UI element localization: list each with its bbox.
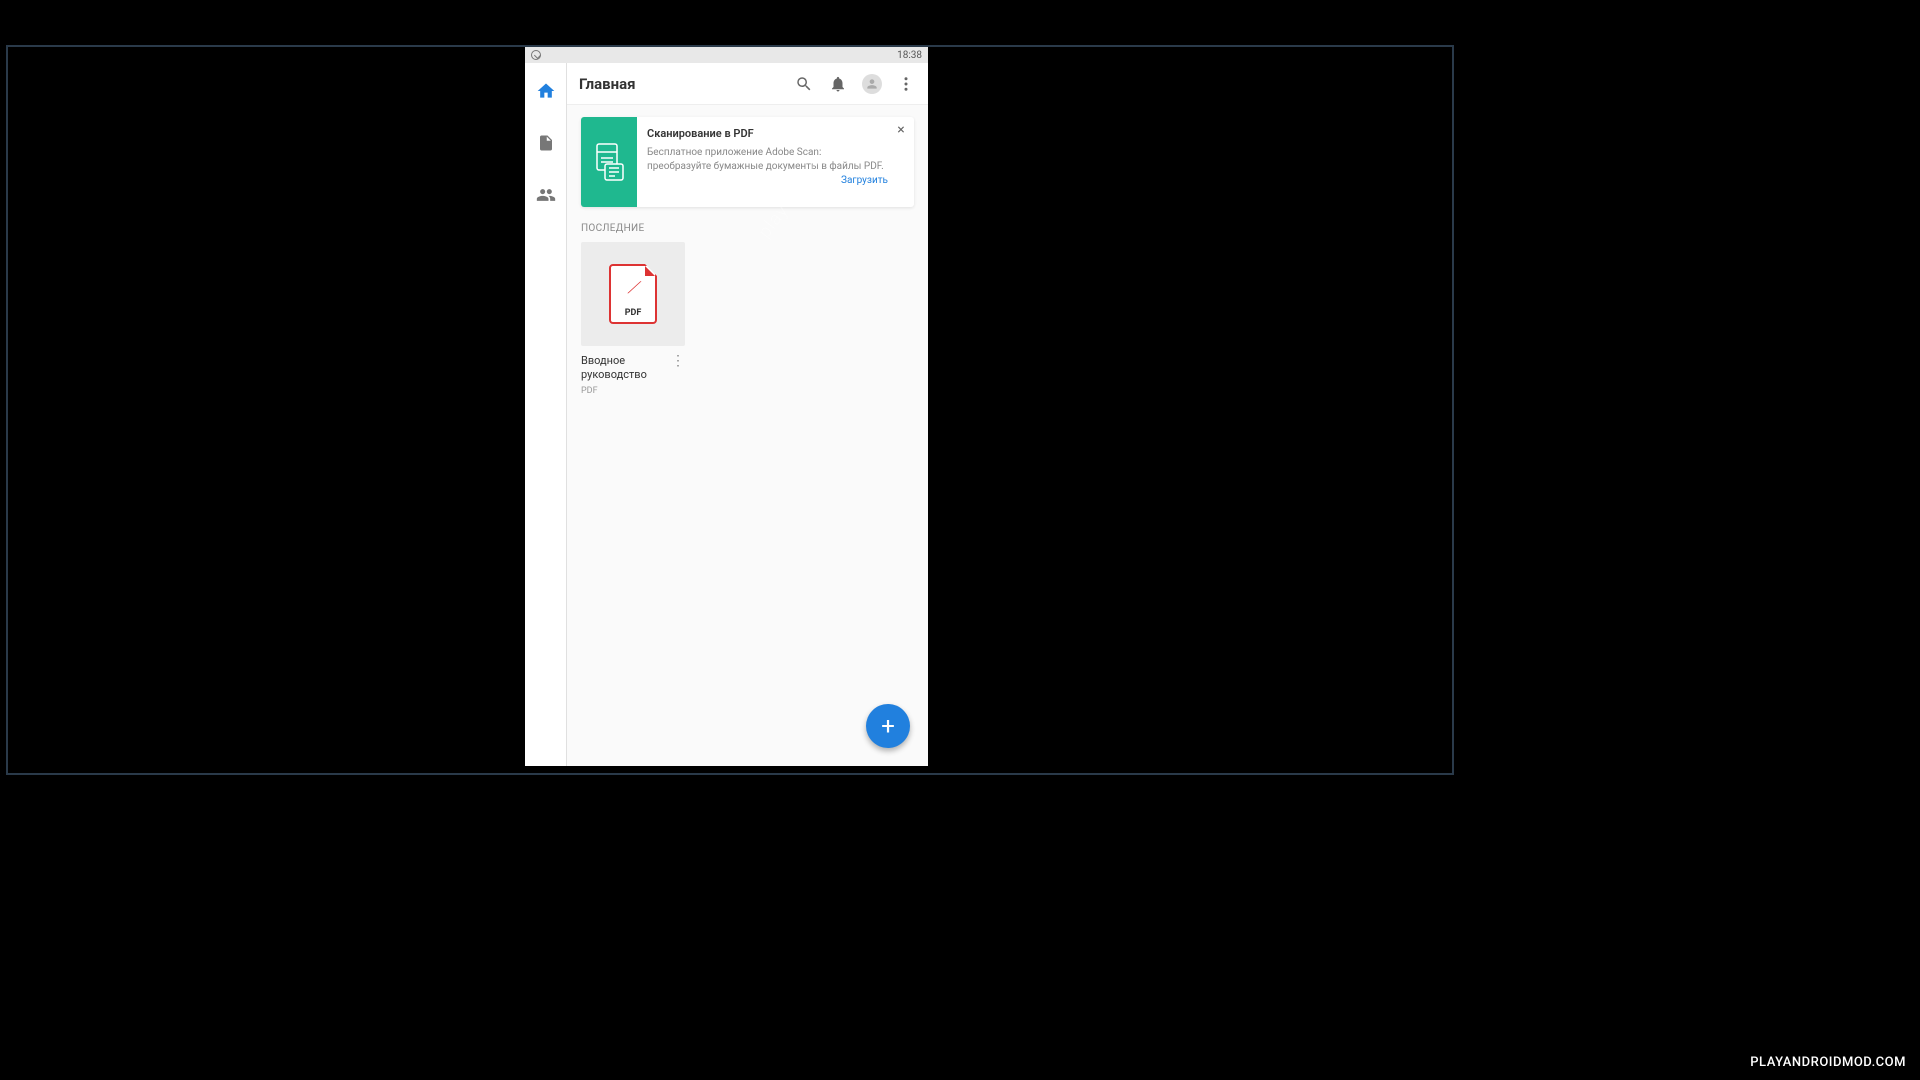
app-body: Главная [525, 63, 928, 766]
notifications-button[interactable] [828, 74, 848, 94]
file-grid: ⟋ PDF Вводное руководство ⋮ PDF [581, 242, 914, 396]
promo-close-button[interactable]: × [894, 123, 908, 137]
promo-text: Сканирование в PDF Бесплатное приложение… [637, 117, 914, 207]
people-icon [536, 185, 556, 205]
source-watermark: PLAYANDROIDMOD.COM [1750, 1055, 1906, 1070]
profile-button[interactable] [862, 74, 882, 94]
file-item-menu-button[interactable]: ⋮ [671, 354, 685, 368]
promo-description: Бесплатное приложение Adobe Scan: преобр… [647, 146, 888, 173]
page-title: Главная [579, 75, 794, 93]
status-bar-left [531, 50, 541, 60]
status-bar: 18:38 [525, 47, 928, 63]
status-time: 18:38 [897, 50, 922, 61]
overflow-menu-button[interactable] [896, 74, 916, 94]
pdf-icon: ⟋ PDF [609, 264, 657, 324]
file-type-label: PDF [581, 386, 685, 396]
search-icon [795, 75, 813, 93]
promo-title: Сканирование в PDF [647, 127, 888, 140]
more-vert-icon: ⋮ [671, 353, 685, 369]
file-thumbnail[interactable]: ⟋ PDF [581, 242, 685, 346]
promo-download-link[interactable]: Загрузить [647, 175, 888, 186]
recent-section-label: ПОСЛЕДНИЕ [581, 223, 914, 234]
search-button[interactable] [794, 74, 814, 94]
file-info: Вводное руководство ⋮ [581, 354, 685, 383]
bell-icon [829, 75, 847, 93]
add-fab-button[interactable]: + [866, 704, 910, 748]
promo-image [581, 117, 637, 207]
scan-icon [591, 140, 627, 184]
adobe-swoosh-icon: ⟋ [627, 280, 638, 298]
sidebar-item-files[interactable] [534, 131, 558, 155]
sidebar-item-shared[interactable] [534, 183, 558, 207]
header-actions [794, 74, 916, 94]
file-name: Вводное руководство [581, 354, 671, 383]
main-content: Главная [567, 63, 928, 766]
file-icon [537, 134, 555, 152]
sync-icon [531, 50, 541, 60]
device-screen: 18:38 Главная [525, 47, 928, 766]
content-scroll[interactable]: Сканирование в PDF Бесплатное приложение… [567, 105, 928, 766]
sidebar [525, 63, 567, 766]
home-icon [536, 81, 556, 101]
avatar-icon [862, 74, 882, 94]
header: Главная [567, 63, 928, 105]
sidebar-item-home[interactable] [534, 79, 558, 103]
close-icon: × [897, 122, 904, 138]
more-vert-icon [897, 75, 915, 93]
file-card: ⟋ PDF Вводное руководство ⋮ PDF [581, 242, 685, 396]
pdf-badge: PDF [625, 308, 642, 318]
plus-icon: + [881, 712, 895, 740]
promo-card: Сканирование в PDF Бесплатное приложение… [581, 117, 914, 207]
